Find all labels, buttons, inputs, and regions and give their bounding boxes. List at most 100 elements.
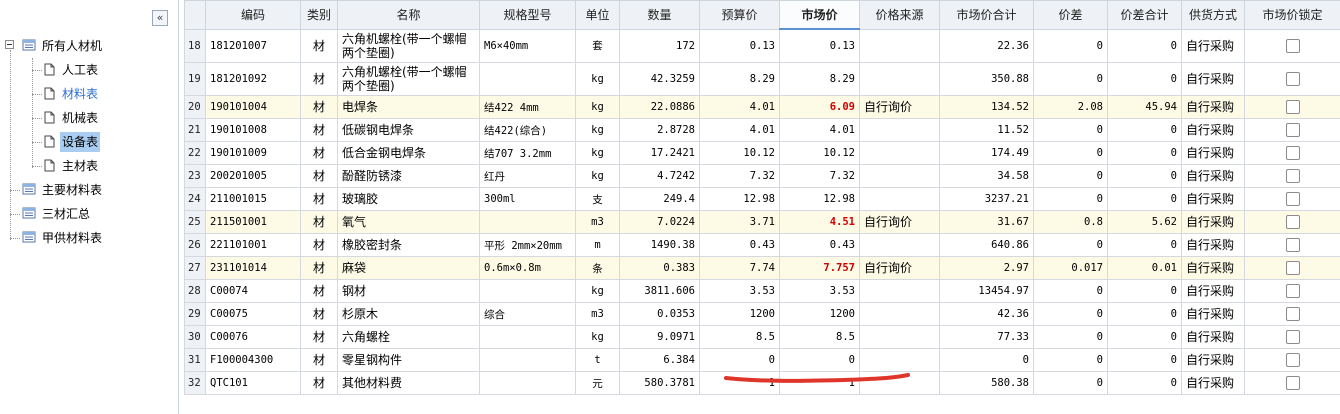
cell-unit[interactable]: 套: [575, 28, 620, 63]
market-price-lock-checkbox[interactable]: [1285, 38, 1300, 53]
sidebar-tree-item[interactable]: 材料表: [44, 84, 100, 104]
sidebar-tree-item[interactable]: 人工表: [44, 60, 100, 80]
cell-supply[interactable]: 自行采购: [1181, 256, 1245, 280]
cell-total[interactable]: 13454.97: [939, 279, 1034, 303]
column-header[interactable]: 规格型号: [479, 0, 576, 30]
cell-supply[interactable]: 自行采购: [1181, 371, 1245, 395]
cell-spec[interactable]: 平形 2mm×20mm: [479, 233, 576, 257]
cell-budget[interactable]: 1200: [699, 302, 780, 326]
cell-diff[interactable]: 2.08: [1033, 95, 1108, 119]
cell-source[interactable]: [859, 348, 940, 372]
cell-unit[interactable]: kg: [575, 164, 620, 188]
cell-total[interactable]: 174.49: [939, 141, 1034, 165]
cell-budget[interactable]: 3.71: [699, 210, 780, 234]
cell-budget[interactable]: 3.53: [699, 279, 780, 303]
cell-type[interactable]: 材: [300, 233, 338, 257]
cell-budget[interactable]: 0.13: [699, 28, 780, 63]
cell-qty[interactable]: 0.383: [619, 256, 700, 280]
cell-budget[interactable]: 8.5: [699, 325, 780, 349]
cell-supply[interactable]: 自行采购: [1181, 348, 1245, 372]
cell-diff-total[interactable]: 0: [1107, 348, 1182, 372]
market-price-lock-checkbox[interactable]: [1285, 123, 1300, 137]
sidebar-tree-item[interactable]: 甲供材料表: [22, 228, 104, 248]
cell-diff-total[interactable]: 0: [1107, 141, 1182, 165]
column-header[interactable]: 价格来源: [859, 0, 940, 30]
cell-supply[interactable]: 自行采购: [1181, 325, 1245, 349]
table-row[interactable]: 19 181201092 材六角机螺栓(带一个螺帽两个垫圈) kg 42.3259 8.2…: [184, 62, 1340, 96]
cell-spec[interactable]: 结707 3.2mm: [479, 141, 576, 165]
cell-budget[interactable]: 8.29: [699, 62, 780, 96]
cell-type[interactable]: 材: [300, 95, 338, 119]
table-row[interactable]: 26 221101001 材橡胶密封条 平形 2mm×20mm m 1490.38 0.43…: [184, 233, 1340, 257]
cell-total[interactable]: 0: [939, 348, 1034, 372]
column-header[interactable]: 单位: [575, 0, 620, 30]
cell-diff[interactable]: 0: [1033, 279, 1108, 303]
market-price-lock-checkbox[interactable]: [1285, 238, 1300, 252]
cell-diff[interactable]: 0.8: [1033, 210, 1108, 234]
cell-name[interactable]: 钢材: [337, 279, 480, 303]
cell-spec[interactable]: 300ml: [479, 187, 576, 211]
cell-name[interactable]: 六角机螺栓(带一个螺帽两个垫圈): [337, 62, 480, 96]
cell-unit[interactable]: t: [575, 348, 620, 372]
cell-budget[interactable]: 0.43: [699, 233, 780, 257]
cell-spec[interactable]: 0.6m×0.8m: [479, 256, 576, 280]
cell-qty[interactable]: 172: [619, 28, 700, 63]
cell-unit[interactable]: m3: [575, 302, 620, 326]
cell-supply[interactable]: 自行采购: [1181, 279, 1245, 303]
cell-source[interactable]: [859, 28, 940, 63]
cell-total[interactable]: 11.52: [939, 118, 1034, 142]
cell-qty[interactable]: 3811.606: [619, 279, 700, 303]
cell-total[interactable]: 31.67: [939, 210, 1034, 234]
cell-diff[interactable]: 0: [1033, 118, 1108, 142]
market-price-lock-checkbox[interactable]: [1285, 353, 1300, 367]
cell-total[interactable]: 34.58: [939, 164, 1034, 188]
table-row[interactable]: 24 211001015 材玻璃胶 300ml 支 249.4 12.98 12.98 3237…: [184, 187, 1340, 211]
table-row[interactable]: 30 C00076 材六角螺栓 kg 9.0971 8.5 8.5 77.33 0 0 自行采购: [184, 325, 1340, 349]
cell-diff-total[interactable]: 0: [1107, 164, 1182, 188]
column-header[interactable]: 编码: [205, 0, 301, 30]
cell-name[interactable]: 玻璃胶: [337, 187, 480, 211]
table-row[interactable]: 32 QTC101 材其他材料费元 580.3781 1 1 580.38 0 0 自行采购: [184, 371, 1340, 395]
cell-market[interactable]: 8.5: [779, 325, 860, 349]
cell-supply[interactable]: 自行采购: [1181, 233, 1245, 257]
cell-name[interactable]: 低合金钢电焊条: [337, 141, 480, 165]
cell-diff[interactable]: 0: [1033, 302, 1108, 326]
cell-type[interactable]: 材: [300, 302, 338, 326]
cell-code[interactable]: 200201005: [205, 164, 301, 188]
cell-qty[interactable]: 2.8728: [619, 118, 700, 142]
cell-qty[interactable]: 1490.38: [619, 233, 700, 257]
cell-market[interactable]: 0.43: [779, 233, 860, 257]
cell-total[interactable]: 134.52: [939, 95, 1034, 119]
table-row[interactable]: 25 211501001 材氧气 m3 7.0224 3.71 4.51 自行询价 31.67 0…: [184, 210, 1340, 234]
cell-source[interactable]: [859, 118, 940, 142]
cell-diff-total[interactable]: 0: [1107, 325, 1182, 349]
table-row[interactable]: 31 F100004300 材零星钢构件 t 6.384 0 0 0 0 0 自行采购: [184, 348, 1340, 372]
cell-spec[interactable]: [479, 325, 576, 349]
table-row[interactable]: 20 190101004 材电焊条 结422 4mm kg 22.0886 4.01 6.09…: [184, 95, 1340, 119]
cell-type[interactable]: 材: [300, 118, 338, 142]
cell-unit[interactable]: kg: [575, 325, 620, 349]
cell-qty[interactable]: 7.0224: [619, 210, 700, 234]
cell-source[interactable]: [859, 164, 940, 188]
cell-diff-total[interactable]: 0: [1107, 233, 1182, 257]
cell-diff-total[interactable]: 0.01: [1107, 256, 1182, 280]
cell-unit[interactable]: kg: [575, 118, 620, 142]
cell-supply[interactable]: 自行采购: [1181, 187, 1245, 211]
cell-diff[interactable]: 0.017: [1033, 256, 1108, 280]
sidebar-tree-item[interactable]: 设备表: [44, 132, 101, 152]
cell-type[interactable]: 材: [300, 256, 338, 280]
cell-unit[interactable]: m3: [575, 210, 620, 234]
cell-supply[interactable]: 自行采购: [1181, 210, 1245, 234]
cell-source[interactable]: [859, 325, 940, 349]
cell-type[interactable]: 材: [300, 371, 338, 395]
cell-qty[interactable]: 0.0353: [619, 302, 700, 326]
cell-budget[interactable]: 4.01: [699, 118, 780, 142]
cell-total[interactable]: 580.38: [939, 371, 1034, 395]
cell-diff-total[interactable]: 0: [1107, 302, 1182, 326]
cell-code[interactable]: F100004300: [205, 348, 301, 372]
cell-qty[interactable]: 249.4: [619, 187, 700, 211]
cell-qty[interactable]: 22.0886: [619, 95, 700, 119]
table-row[interactable]: 29 C00075 材杉原木 综合 m3 0.0353 1200 1200 42.36 0 0 自行采…: [184, 302, 1340, 326]
table-row[interactable]: 27 231101014 材麻袋 0.6m×0.8m 条 0.383 7.74 7.757 自行…: [184, 256, 1340, 280]
cell-diff-total[interactable]: 45.94: [1107, 95, 1182, 119]
